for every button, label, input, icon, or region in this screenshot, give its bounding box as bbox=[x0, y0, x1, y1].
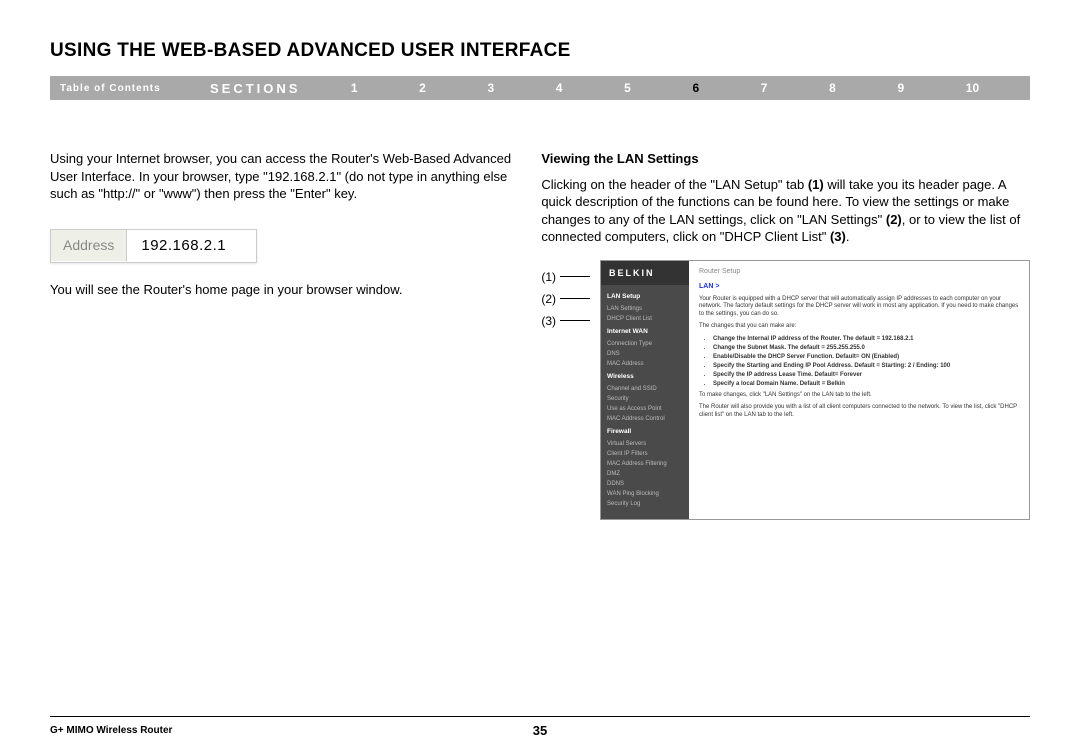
nav-toc[interactable]: Table of Contents bbox=[50, 83, 210, 94]
router-menu: LAN Setup LAN Settings DHCP Client List … bbox=[601, 285, 689, 520]
address-label: Address bbox=[51, 230, 127, 261]
bullet-3: Enable/Disable the DHCP Server Function.… bbox=[713, 353, 1019, 361]
router-desc2: The changes that you can make are: bbox=[699, 323, 1019, 331]
router-sidebar: BELKIN LAN Setup LAN Settings DHCP Clien… bbox=[601, 261, 689, 520]
nav-num-9[interactable]: 9 bbox=[897, 81, 904, 95]
menu-mac-address[interactable]: MAC Address bbox=[607, 359, 683, 369]
callout-2: (2) bbox=[541, 288, 590, 310]
menu-security-log[interactable]: Security Log bbox=[607, 499, 683, 509]
menu-connection-type[interactable]: Connection Type bbox=[607, 339, 683, 349]
nav-num-7[interactable]: 7 bbox=[761, 81, 768, 95]
footer: G+ MIMO Wireless Router 35 bbox=[50, 716, 1030, 736]
nav-num-2[interactable]: 2 bbox=[419, 81, 426, 95]
menu-lan-settings[interactable]: LAN Settings bbox=[607, 304, 683, 314]
nav-num-6[interactable]: 6 bbox=[692, 81, 699, 95]
nav-numbers: 1 2 3 4 5 6 7 8 9 10 bbox=[320, 81, 1030, 95]
router-screenshot: BELKIN LAN Setup LAN Settings DHCP Clien… bbox=[600, 260, 1030, 521]
menu-mac-control[interactable]: MAC Address Control bbox=[607, 414, 683, 424]
callout-1: (1) bbox=[541, 266, 590, 288]
router-desc3: To make changes, click "LAN Settings" on… bbox=[699, 392, 1019, 400]
menu-internet-wan[interactable]: Internet WAN bbox=[607, 328, 683, 337]
menu-dmz[interactable]: DMZ bbox=[607, 469, 683, 479]
router-figure: (1) (2) (3) BELKIN LAN Setup LAN Setting… bbox=[541, 260, 1030, 521]
nav-bar: Table of Contents SECTIONS 1 2 3 4 5 6 7… bbox=[50, 76, 1030, 100]
menu-firewall[interactable]: Firewall bbox=[607, 428, 683, 437]
menu-dhcp-client-list[interactable]: DHCP Client List bbox=[607, 314, 683, 324]
bullet-5: Specify the IP address Lease Time. Defau… bbox=[713, 371, 1019, 379]
menu-ddns[interactable]: DDNS bbox=[607, 479, 683, 489]
menu-mac-filtering[interactable]: MAC Address Filtering bbox=[607, 459, 683, 469]
callout-line-icon bbox=[560, 298, 590, 299]
nav-num-8[interactable]: 8 bbox=[829, 81, 836, 95]
nav-num-10[interactable]: 10 bbox=[966, 81, 979, 95]
right-column: Viewing the LAN Settings Clicking on the… bbox=[541, 150, 1030, 520]
lan-settings-paragraph: Clicking on the header of the "LAN Setup… bbox=[541, 176, 1030, 246]
menu-lan-setup[interactable]: LAN Setup bbox=[607, 293, 683, 302]
callout-line-icon bbox=[560, 320, 590, 321]
callout-3: (3) bbox=[541, 310, 590, 332]
router-desc4: The Router will also provide you with a … bbox=[699, 404, 1019, 420]
router-breadcrumb[interactable]: LAN > bbox=[699, 282, 1019, 291]
nav-num-5[interactable]: 5 bbox=[624, 81, 631, 95]
menu-wan-ping[interactable]: WAN Ping Blocking bbox=[607, 489, 683, 499]
belkin-logo: BELKIN bbox=[601, 261, 689, 285]
menu-virtual-servers[interactable]: Virtual Servers bbox=[607, 439, 683, 449]
lan-settings-heading: Viewing the LAN Settings bbox=[541, 150, 1030, 168]
menu-channel-ssid[interactable]: Channel and SSID bbox=[607, 384, 683, 394]
callout-line-icon bbox=[560, 276, 590, 277]
nav-num-3[interactable]: 3 bbox=[487, 81, 494, 95]
bullet-6: Specify a local Domain Name. Default = B… bbox=[713, 380, 1019, 388]
page-title: USING THE WEB-BASED ADVANCED USER INTERF… bbox=[50, 40, 1030, 62]
bullet-4: Specify the Starting and Ending IP Pool … bbox=[713, 362, 1019, 370]
footer-product: G+ MIMO Wireless Router bbox=[50, 725, 172, 736]
nav-num-4[interactable]: 4 bbox=[556, 81, 563, 95]
menu-client-ip-filters[interactable]: Client IP Filters bbox=[607, 449, 683, 459]
left-column: Using your Internet browser, you can acc… bbox=[50, 150, 511, 520]
callouts: (1) (2) (3) bbox=[541, 260, 590, 521]
address-bar: Address 192.168.2.1 bbox=[50, 229, 257, 263]
address-value[interactable]: 192.168.2.1 bbox=[127, 230, 256, 262]
menu-security[interactable]: Security bbox=[607, 394, 683, 404]
bullet-2: Change the Subnet Mask. The default = 25… bbox=[713, 344, 1019, 352]
menu-dns[interactable]: DNS bbox=[607, 349, 683, 359]
intro-paragraph: Using your Internet browser, you can acc… bbox=[50, 150, 511, 203]
nav-sections-label: SECTIONS bbox=[210, 81, 320, 96]
router-topbar: Router Setup bbox=[699, 267, 1019, 276]
homepage-note: You will see the Router's home page in y… bbox=[50, 281, 511, 299]
router-main: Router Setup LAN > Your Router is equipp… bbox=[689, 261, 1029, 520]
footer-page-number: 35 bbox=[533, 723, 547, 738]
router-bullets: Change the Internal IP address of the Ro… bbox=[713, 335, 1019, 389]
router-desc1: Your Router is equipped with a DHCP serv… bbox=[699, 296, 1019, 319]
menu-wireless[interactable]: Wireless bbox=[607, 373, 683, 382]
bullet-1: Change the Internal IP address of the Ro… bbox=[713, 335, 1019, 343]
menu-access-point[interactable]: Use as Access Point bbox=[607, 404, 683, 414]
nav-num-1[interactable]: 1 bbox=[351, 81, 358, 95]
